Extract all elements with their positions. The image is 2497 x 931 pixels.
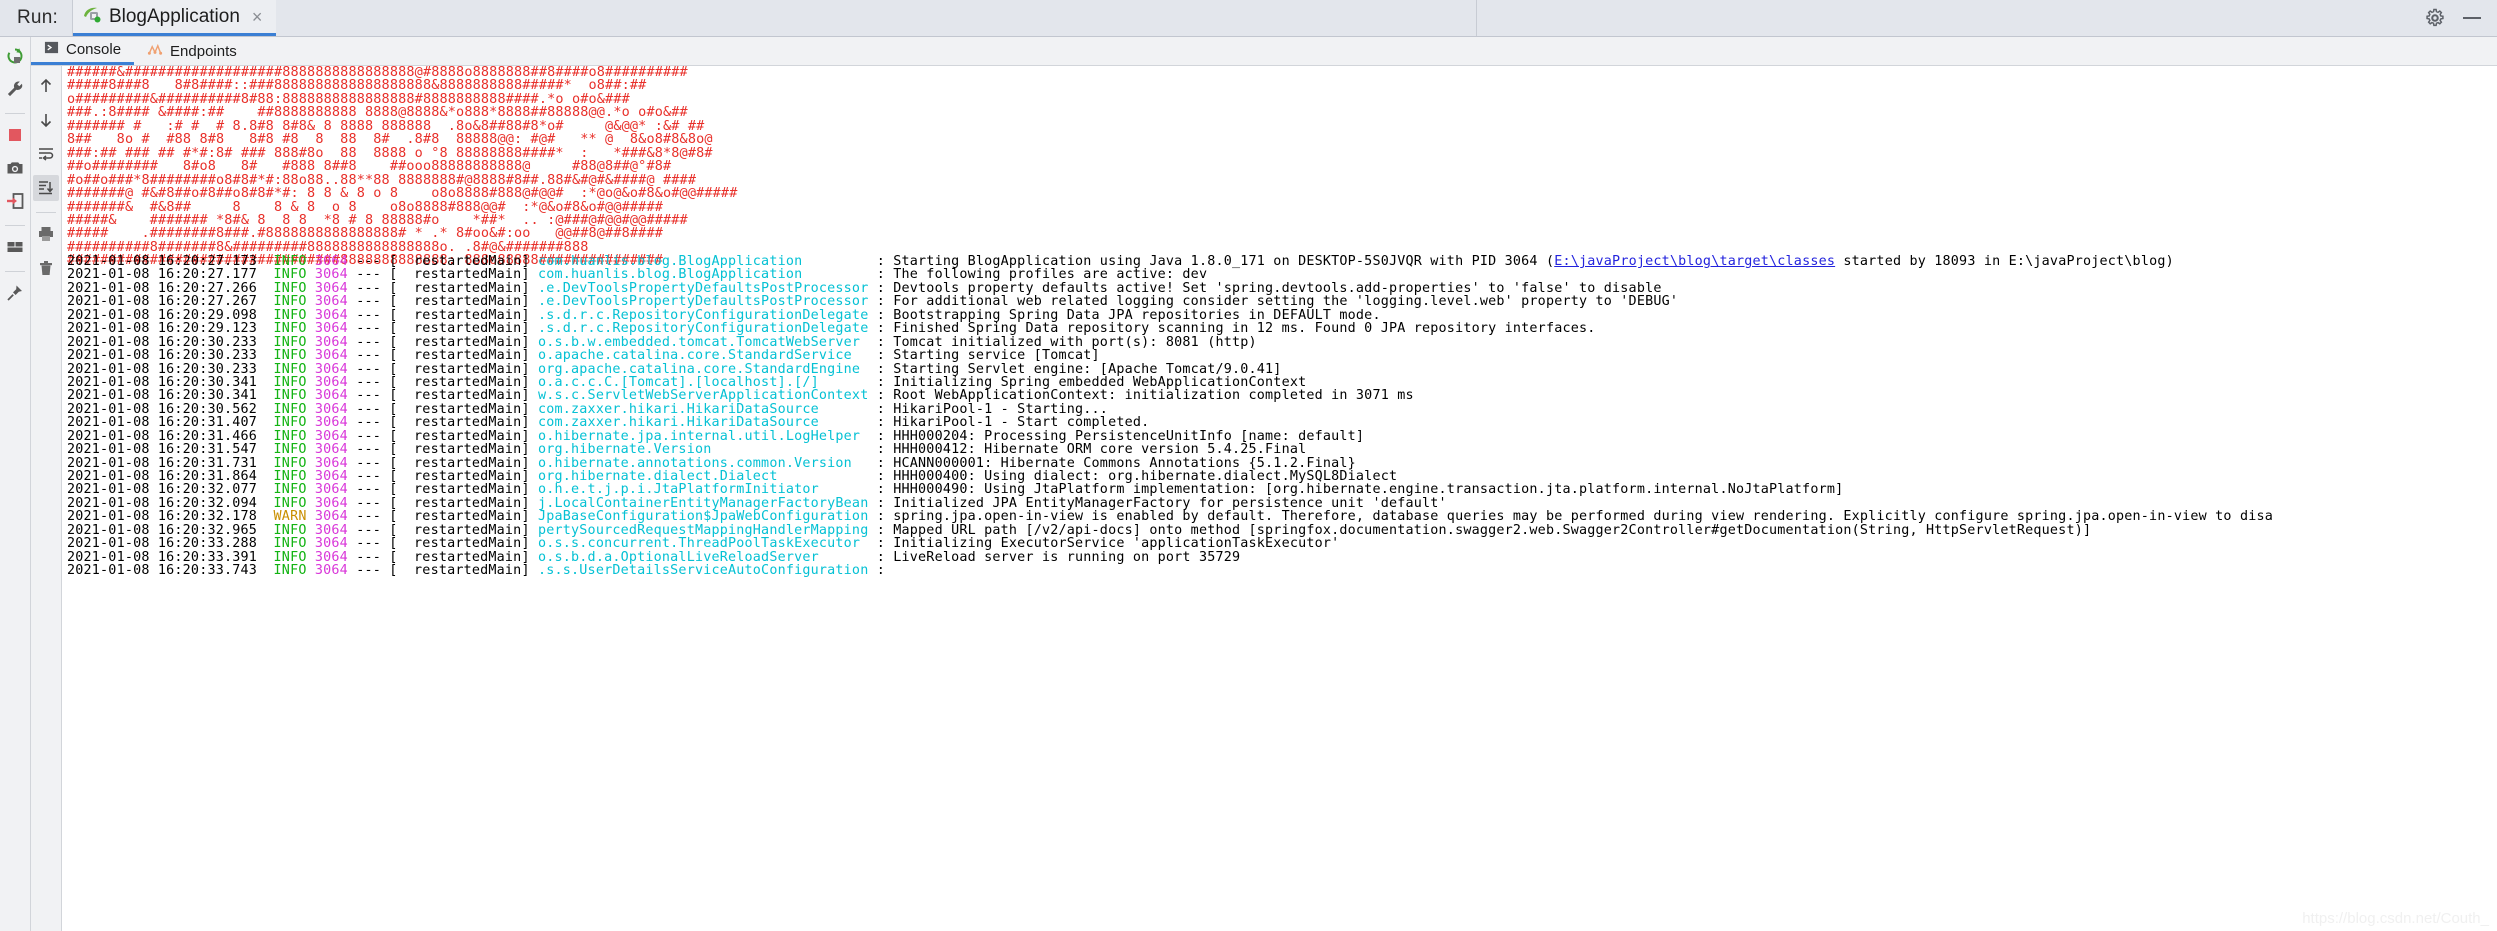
toolbar-divider-1 — [5, 113, 25, 114]
run-label: Run: — [17, 7, 58, 28]
toolbar-divider-2 — [5, 225, 25, 226]
log-line: 2021-01-08 16:20:32.094 INFO 3064 --- [ … — [67, 497, 2273, 510]
run-toolbar: Run: BlogApplication × — [0, 0, 2497, 37]
log-line: 2021-01-08 16:20:30.233 INFO 3064 --- [ … — [67, 349, 2273, 362]
pin-icon[interactable] — [2, 280, 28, 306]
log-line: 2021-01-08 16:20:27.267 INFO 3064 --- [ … — [67, 295, 2273, 308]
log-line: 2021-01-08 16:20:31.864 INFO 3064 --- [ … — [67, 470, 2273, 483]
log-line: 2021-01-08 16:20:32.178 WARN 3064 --- [ … — [67, 510, 2273, 523]
rerun-icon[interactable] — [2, 43, 28, 69]
log-thread: restartedMain] — [405, 563, 538, 579]
log-line: 2021-01-08 16:20:27.266 INFO 3064 --- [ … — [67, 282, 2273, 295]
log-line: 2021-01-08 16:20:30.233 INFO 3064 --- [ … — [67, 335, 2273, 349]
log-lines: 2021-01-08 16:20:27.173 INFO 3064 --- [ … — [67, 255, 2273, 578]
tab-console-label: Console — [66, 41, 122, 58]
ascii-art-banner: ######&###################88888888888888… — [67, 66, 738, 268]
arrow-down-icon[interactable] — [33, 107, 59, 133]
log-level: INFO — [273, 563, 307, 579]
wrench-icon[interactable] — [2, 76, 28, 102]
log-message: : — [876, 563, 885, 579]
run-actions-toolbar — [0, 37, 31, 931]
log-link[interactable]: E:\javaProject\blog\target\classes — [1554, 254, 1835, 269]
log-line: 2021-01-08 16:20:29.123 INFO 3064 --- [ … — [67, 322, 2273, 335]
log-line: 2021-01-08 16:20:31.547 INFO 3064 --- [ … — [67, 443, 2273, 456]
log-line: 2021-01-08 16:20:33.743 INFO 3064 --- [ … — [67, 564, 2273, 577]
layout-icon[interactable] — [2, 234, 28, 260]
tab-endpoints-label: Endpoints — [170, 42, 237, 60]
runbar-divider-2 — [1476, 0, 1478, 36]
runbar-right-controls — [2425, 0, 2489, 36]
scroll-to-end-icon[interactable] — [33, 175, 59, 201]
console-gutter-toolbar — [31, 66, 62, 931]
log-message: : LiveReload server is running on port 3… — [876, 549, 1241, 565]
console-output[interactable]: ######&###################88888888888888… — [62, 66, 2497, 931]
resume-icon[interactable] — [2, 188, 28, 214]
print-icon[interactable] — [33, 221, 59, 247]
log-line: 2021-01-08 16:20:30.562 INFO 3064 --- [ … — [67, 403, 2273, 416]
log-line: 2021-01-08 16:20:31.466 INFO 3064 --- [ … — [67, 429, 2273, 443]
log-line: 2021-01-08 16:20:33.391 INFO 3064 --- [ … — [67, 549, 2273, 565]
log-separator: --- [ — [347, 563, 406, 579]
spring-boot-icon — [81, 4, 101, 29]
log-space — [307, 563, 315, 578]
gutter-divider-1 — [36, 212, 56, 213]
log-line: 2021-01-08 16:20:32.077 INFO 3064 --- [ … — [67, 483, 2273, 496]
log-timestamp: 2021-01-08 16:20:33.743 — [67, 563, 274, 579]
log-line: 2021-01-08 16:20:27.173 INFO 3064 --- [ … — [67, 255, 2273, 268]
trash-icon[interactable] — [33, 255, 59, 281]
log-line: 2021-01-08 16:20:27.177 INFO 3064 --- [ … — [67, 268, 2273, 281]
console-icon — [44, 40, 59, 59]
log-line: 2021-01-08 16:20:30.233 INFO 3064 --- [ … — [67, 362, 2273, 376]
run-tab-blogapplication[interactable]: BlogApplication × — [72, 0, 277, 36]
stop-icon[interactable] — [2, 122, 28, 148]
tab-console[interactable]: Console — [31, 37, 135, 65]
tab-endpoints[interactable]: Endpoints — [134, 37, 250, 65]
endpoints-icon — [147, 42, 163, 61]
close-icon[interactable]: × — [252, 8, 263, 26]
gear-icon[interactable] — [2425, 8, 2445, 28]
log-line: 2021-01-08 16:20:29.098 INFO 3064 --- [ … — [67, 309, 2273, 322]
log-line: 2021-01-08 16:20:31.731 INFO 3064 --- [ … — [67, 456, 2273, 470]
log-pid: 3064 — [314, 563, 348, 579]
log-logger: .s.s.UserDetailsServiceAutoConfiguration — [537, 563, 877, 579]
watermark: https://blog.csdn.net/Couth_ — [2302, 910, 2489, 927]
run-tab-title: BlogApplication — [108, 5, 240, 27]
idea-run-window: Run: BlogApplication × Console Endpoints… — [0, 0, 2497, 931]
log-line: 2021-01-08 16:20:32.965 INFO 3064 --- [ … — [67, 524, 2273, 537]
toolbar-divider-3 — [5, 271, 25, 272]
log-message-tail: started by 18093 in E:\javaProject\blog) — [1835, 254, 2174, 269]
soft-wrap-icon[interactable] — [33, 141, 59, 167]
log-line: 2021-01-08 16:20:31.407 INFO 3064 --- [ … — [67, 416, 2273, 429]
log-line: 2021-01-08 16:20:33.288 INFO 3064 --- [ … — [67, 537, 2273, 550]
camera-icon[interactable] — [2, 155, 28, 181]
log-line: 2021-01-08 16:20:30.341 INFO 3064 --- [ … — [67, 376, 2273, 389]
minimize-icon[interactable] — [2463, 17, 2481, 19]
console-tabstrip: Console Endpoints — [31, 37, 2497, 66]
arrow-up-icon[interactable] — [33, 73, 59, 99]
log-line: 2021-01-08 16:20:30.341 INFO 3064 --- [ … — [67, 389, 2273, 402]
